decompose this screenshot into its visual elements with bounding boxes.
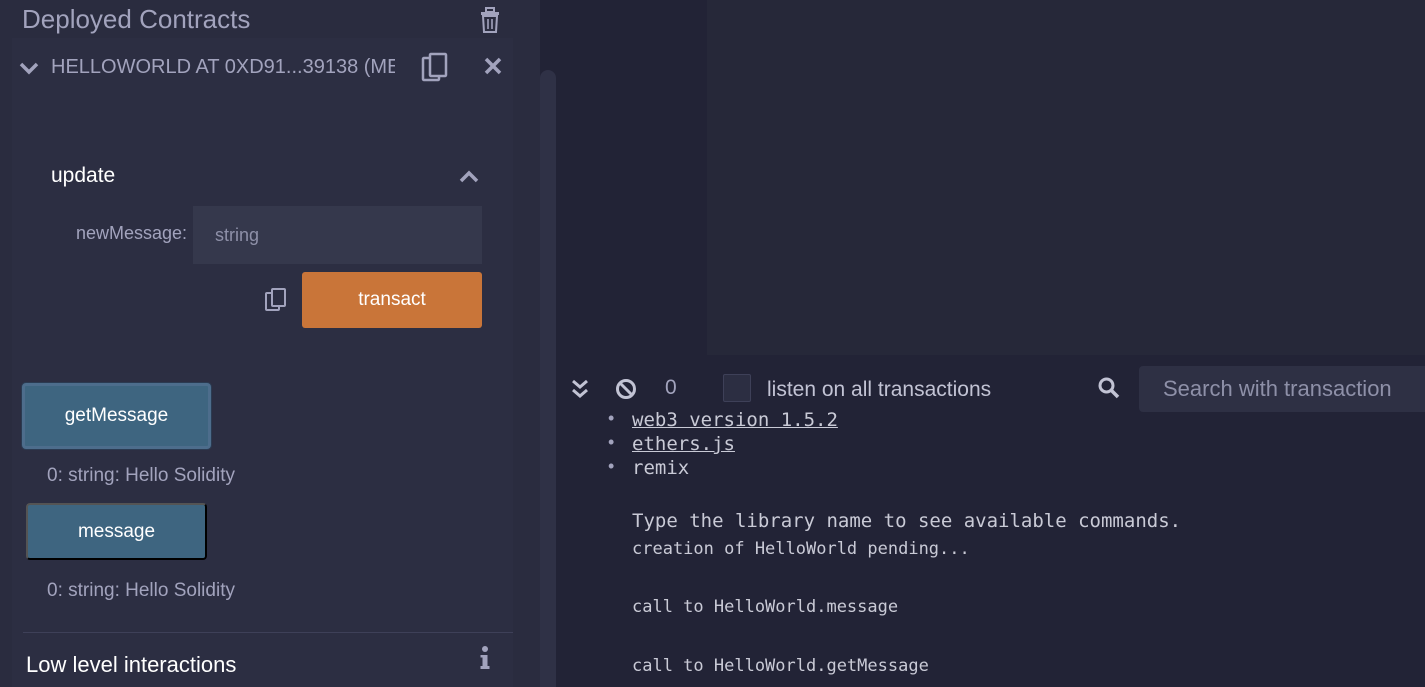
terminal-help-text: Type the library name to see available c… bbox=[632, 510, 1182, 532]
chevron-down-icon[interactable] bbox=[19, 58, 39, 78]
block-icon[interactable] bbox=[615, 378, 637, 400]
low-level-interactions-title: Low level interactions bbox=[26, 652, 237, 677]
get-message-result: 0: string: Hello Solidity bbox=[47, 465, 235, 486]
close-icon[interactable] bbox=[483, 55, 503, 77]
chevron-up-icon[interactable] bbox=[458, 166, 480, 188]
new-message-label: newMessage: bbox=[75, 223, 187, 243]
log-line[interactable]: call to HelloWorld.getMessage bbox=[632, 656, 929, 676]
message-result: 0: string: Hello Solidity bbox=[47, 580, 235, 601]
deployed-contracts-title: Deployed Contracts bbox=[22, 4, 251, 34]
copy-calldata-icon[interactable] bbox=[264, 287, 288, 313]
editor-pane bbox=[707, 0, 1425, 355]
contract-instance-name[interactable]: HELLOWORLD AT 0XD91...39138 (ME bbox=[51, 56, 395, 79]
list-bullet: • bbox=[608, 408, 615, 428]
list-bullet: • bbox=[608, 456, 615, 476]
pending-transactions-count: 0 bbox=[665, 376, 677, 399]
listen-label: listen on all transactions bbox=[767, 378, 992, 401]
listen-checkbox[interactable] bbox=[723, 374, 751, 402]
get-message-button[interactable]: getMessage bbox=[22, 383, 211, 449]
trash-icon[interactable] bbox=[478, 6, 502, 34]
transact-button[interactable]: transact bbox=[302, 272, 482, 328]
list-bullet: • bbox=[608, 432, 615, 452]
message-button[interactable]: message bbox=[26, 503, 207, 560]
new-message-input[interactable] bbox=[193, 206, 482, 264]
update-function-title[interactable]: update bbox=[51, 164, 115, 188]
copy-icon[interactable] bbox=[421, 52, 449, 84]
search-icon bbox=[1098, 377, 1120, 399]
log-line: creation of HelloWorld pending... bbox=[632, 539, 970, 559]
panel-scrollbar[interactable] bbox=[540, 70, 556, 687]
library-remix: remix bbox=[632, 457, 690, 479]
divider bbox=[23, 632, 513, 633]
library-link-web3[interactable]: web3 version 1.5.2 bbox=[632, 409, 838, 431]
terminal-search-input[interactable] bbox=[1139, 366, 1425, 412]
library-link-ethers[interactable]: ethers.js bbox=[632, 433, 735, 455]
log-line[interactable]: call to HelloWorld.message bbox=[632, 597, 898, 617]
double-chevron-down-icon[interactable] bbox=[571, 378, 589, 400]
info-icon[interactable] bbox=[478, 645, 492, 671]
